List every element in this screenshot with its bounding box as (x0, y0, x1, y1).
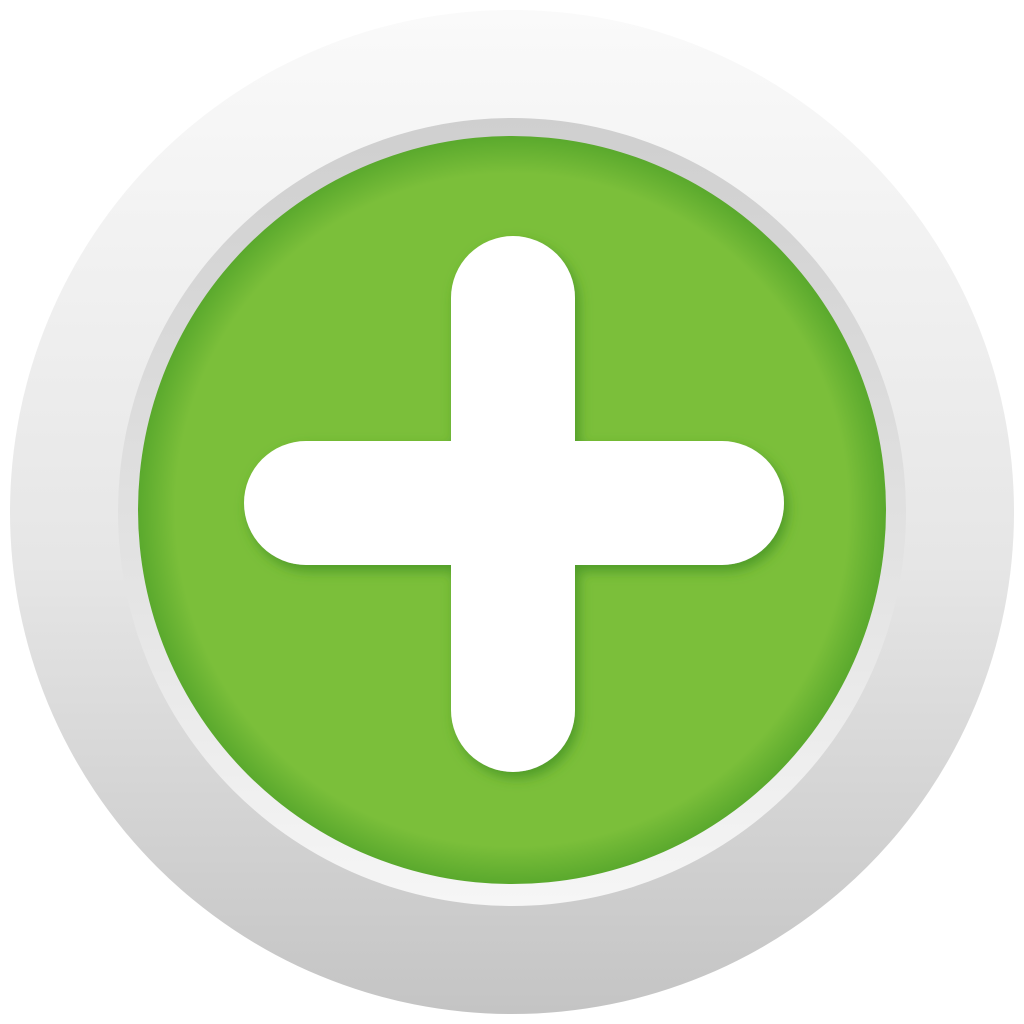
add-button[interactable] (0, 0, 1024, 1024)
icon-canvas (0, 0, 1024, 1024)
plus-horizontal-bar (244, 441, 784, 565)
add-button-graphic (10, 10, 1014, 1014)
